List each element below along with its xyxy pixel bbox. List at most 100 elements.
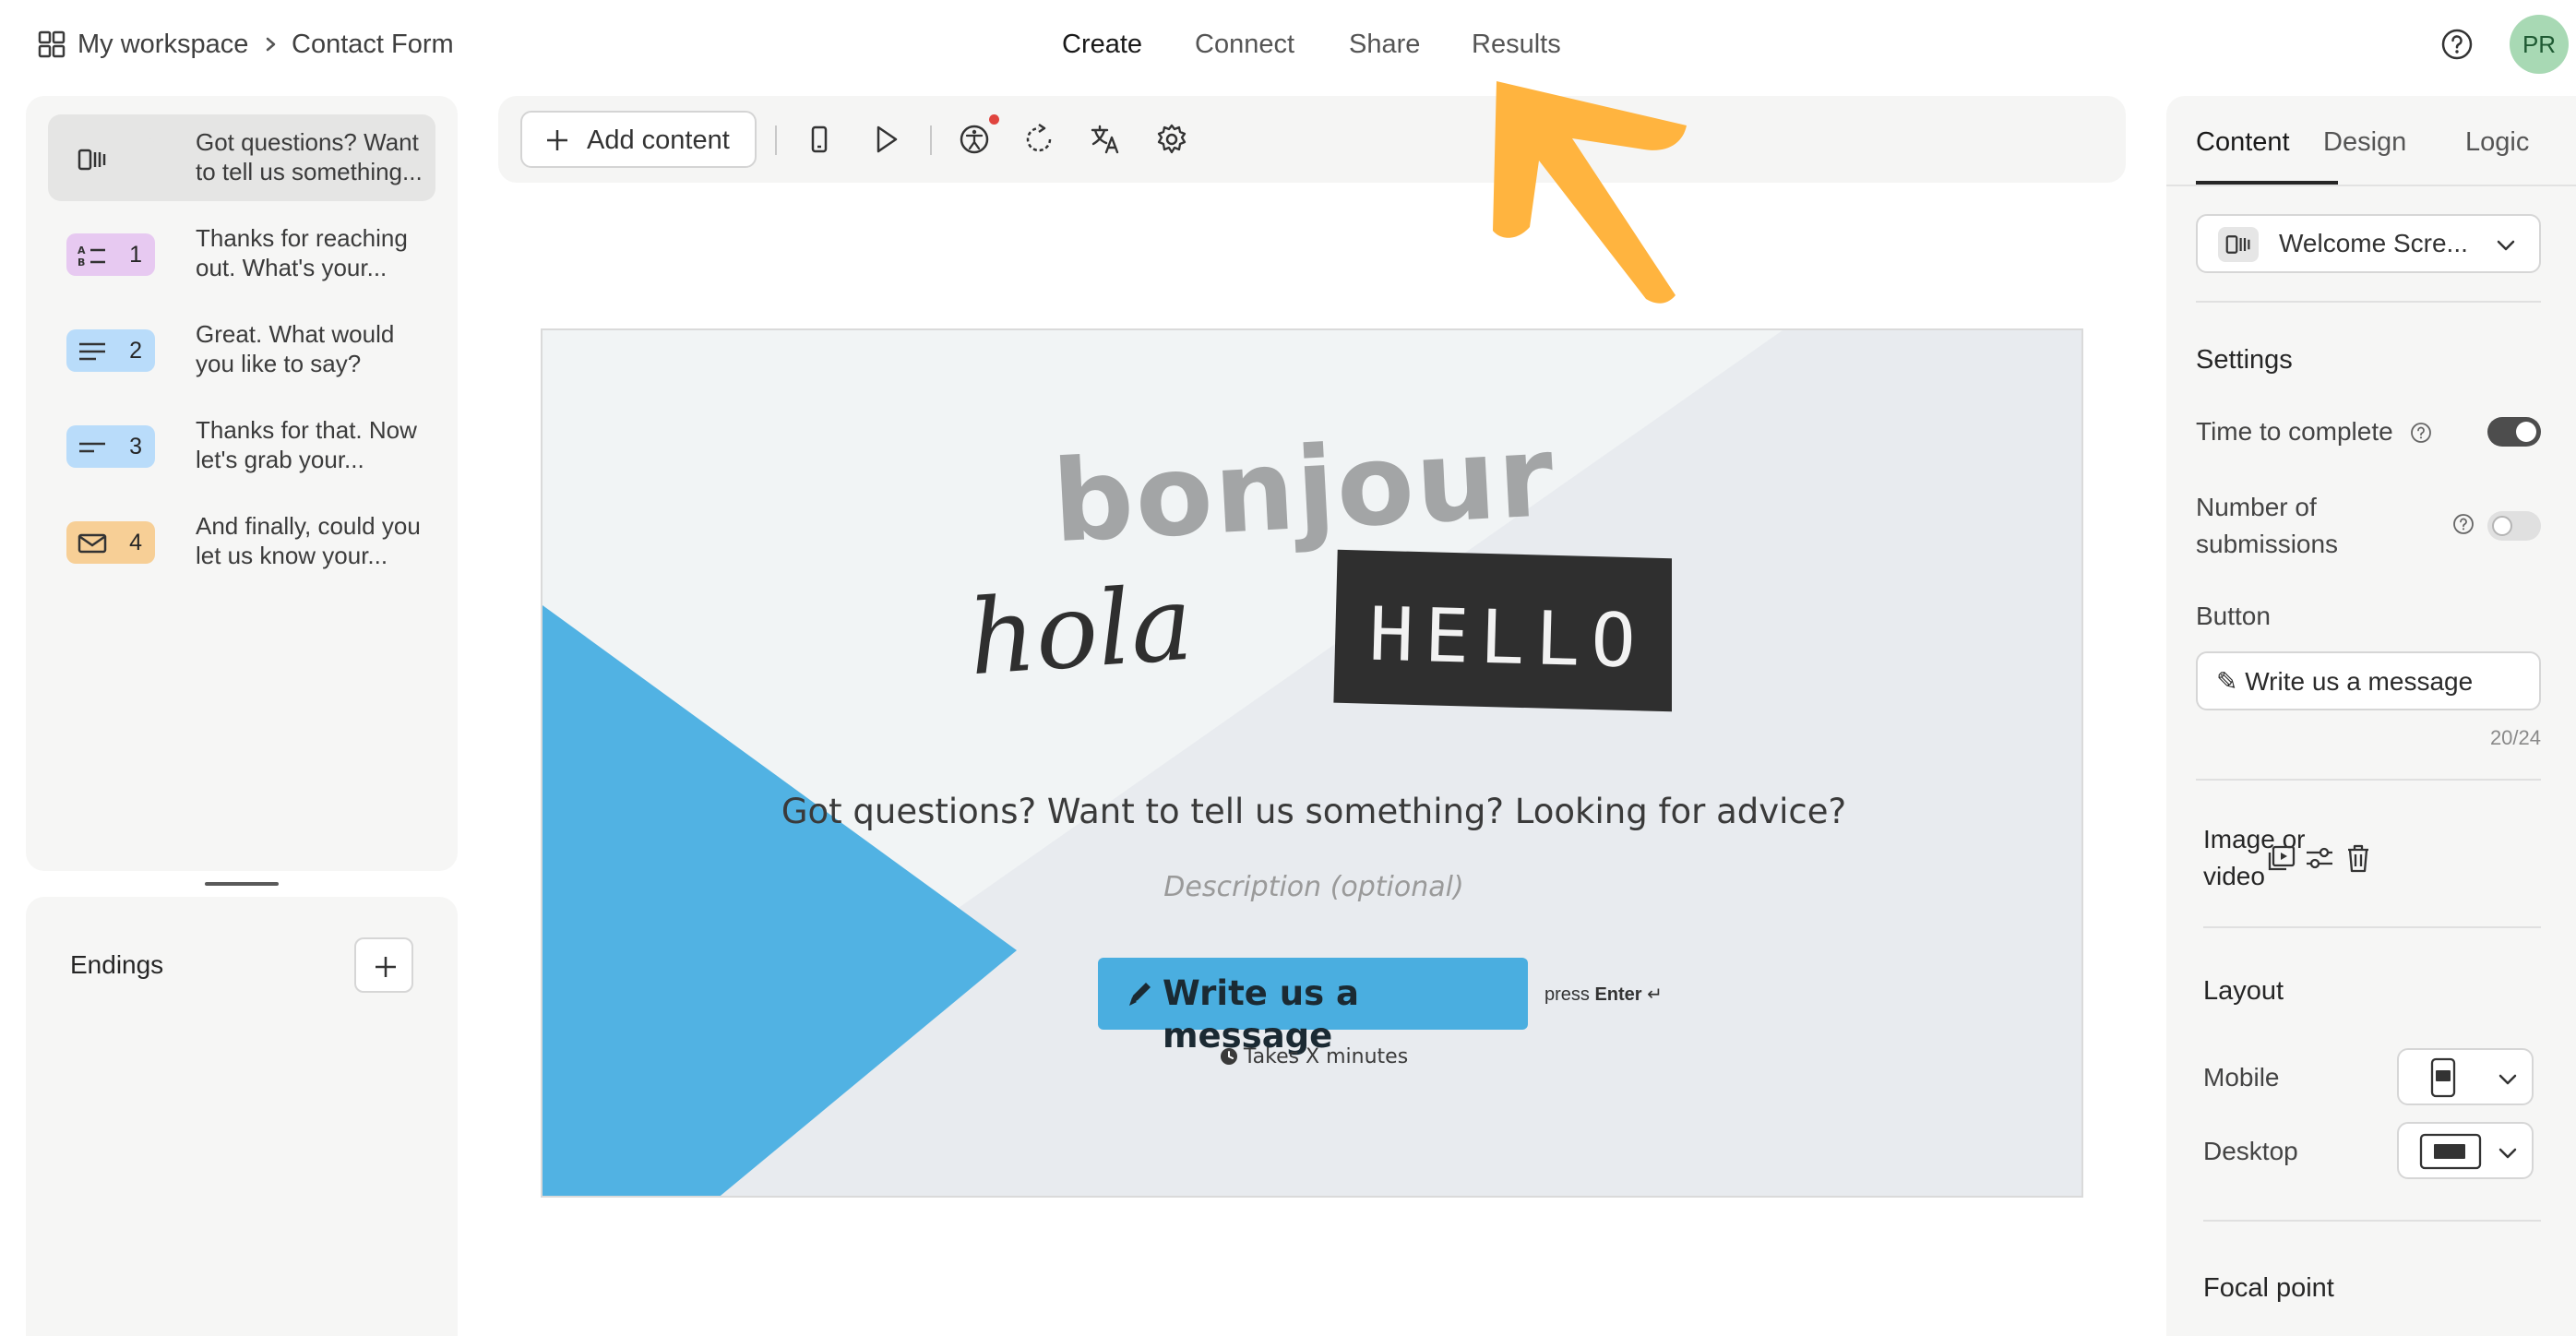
plus-icon — [376, 957, 396, 977]
tab-divider — [2166, 185, 2576, 186]
tab-logic[interactable]: Logic — [2465, 124, 2529, 161]
email-icon — [78, 533, 107, 554]
question-badge: 2 — [66, 329, 155, 372]
block-type-label: Welcome Scre... — [2279, 229, 2468, 257]
desktop-layout-label: Desktop — [2203, 1137, 2298, 1165]
press-enter-hint: press Enter ↵ — [1544, 984, 1663, 1006]
section-divider — [2196, 301, 2541, 303]
top-bar: My workspace Contact Form Create Connect… — [0, 0, 2576, 89]
info-icon[interactable] — [2452, 513, 2475, 535]
question-number: 1 — [129, 242, 142, 268]
mobile-layout-label: Mobile — [2203, 1063, 2280, 1091]
svg-text:B: B — [78, 256, 85, 268]
mobile-preview-icon[interactable] — [801, 121, 838, 158]
block-type-badge — [2218, 227, 2259, 262]
chevron-down-icon — [2497, 240, 2515, 251]
multiple-choice-icon: A B — [78, 245, 105, 268]
time-to-complete-toggle[interactable] — [2487, 417, 2541, 447]
toggle-knob — [2516, 422, 2536, 442]
add-ending-button[interactable] — [354, 937, 413, 993]
submissions-label: Number of submissions — [2196, 493, 2339, 558]
desktop-layout-select[interactable] — [2397, 1122, 2534, 1179]
settings-panel: Content Design Logic Welcome Scre... Set… — [2166, 96, 2576, 1336]
apps-grid-icon[interactable] — [37, 30, 66, 59]
pencil-icon — [1129, 983, 1151, 1006]
welcome-screen-icon — [78, 149, 106, 171]
toggle-knob — [2492, 516, 2512, 536]
tab-connect[interactable]: Connect — [1195, 26, 1294, 63]
translate-icon[interactable] — [1087, 121, 1124, 158]
question-item-1[interactable]: A B 1 Thanks for reaching out. What's yo… — [48, 210, 435, 297]
question-item-3[interactable]: 3 Thanks for that. Now let's grab your..… — [48, 402, 435, 489]
trash-icon[interactable] — [2340, 840, 2377, 877]
question-number: 4 — [129, 530, 142, 555]
button-text-input[interactable] — [2196, 651, 2541, 710]
avatar[interactable]: PR — [2510, 15, 2569, 74]
short-text-icon — [79, 442, 105, 453]
block-type-select[interactable]: Welcome Scre... — [2196, 214, 2541, 273]
question-badge: 3 — [66, 425, 155, 468]
mobile-layout-icon — [2430, 1057, 2456, 1098]
hero-greeting-art: bonjour hola HELLO — [971, 428, 1672, 712]
form-preview-canvas[interactable]: bonjour hola HELLO Got questions? Want t… — [541, 328, 2083, 1198]
info-icon[interactable] — [2410, 422, 2432, 444]
desktop-layout-icon — [2419, 1133, 2482, 1170]
play-preview-icon[interactable] — [867, 121, 904, 158]
toolbar-divider — [775, 125, 777, 155]
tab-create[interactable]: Create — [1062, 26, 1142, 63]
endings-label: Endings — [70, 950, 164, 979]
mobile-layout-select[interactable] — [2397, 1048, 2534, 1105]
media-gallery-icon[interactable] — [2262, 840, 2299, 877]
submissions-toggle[interactable] — [2487, 511, 2541, 541]
gear-icon[interactable] — [1153, 121, 1190, 158]
sliders-icon[interactable] — [2301, 840, 2338, 877]
question-item-4[interactable]: 4 And finally, could you let us know you… — [48, 498, 435, 585]
tab-results[interactable]: Results — [1472, 26, 1561, 63]
question-badge: A B 1 — [66, 233, 155, 276]
panel-resize-handle[interactable] — [205, 882, 279, 886]
chevron-down-icon — [2498, 1074, 2517, 1085]
question-text: And finally, could you let us know your.… — [196, 512, 421, 569]
long-text-icon — [79, 342, 105, 361]
question-number: 2 — [129, 338, 142, 364]
time-to-complete-note: Takes X minutes — [543, 1044, 2081, 1070]
welcome-screen-icon — [2225, 235, 2250, 254]
time-to-complete-label: Time to complete — [2196, 417, 2393, 446]
breadcrumb-workspace[interactable]: My workspace — [78, 26, 248, 63]
question-text: Got questions? Want to tell us something… — [196, 128, 423, 185]
welcome-title[interactable]: Got questions? Want to tell us something… — [543, 792, 2081, 832]
refresh-dotted-icon[interactable] — [1020, 121, 1057, 158]
question-item-welcome[interactable]: Got questions? Want to tell us something… — [48, 114, 435, 201]
write-message-button[interactable]: Write us a message — [1098, 958, 1528, 1056]
hero-word-hello: HELLO — [1368, 591, 1648, 685]
svg-text:A: A — [78, 245, 86, 256]
accessibility-icon[interactable] — [956, 121, 993, 158]
takes-time-text: Takes X minutes — [1243, 1045, 1409, 1068]
annotation-arrow — [1493, 81, 1687, 304]
question-badge — [66, 137, 155, 180]
enter-key-text: Enter — [1594, 984, 1642, 1005]
focal-point-heading: Focal point — [2203, 1273, 2334, 1303]
welcome-description-placeholder[interactable]: Description (optional) — [543, 871, 2081, 904]
help-icon[interactable] — [2440, 28, 2474, 61]
question-number: 3 — [129, 434, 142, 459]
layout-heading: Layout — [2203, 976, 2284, 1006]
tab-share[interactable]: Share — [1349, 26, 1420, 63]
tab-design[interactable]: Design — [2323, 124, 2406, 161]
enter-key-icon: ↵ — [1647, 984, 1663, 1005]
hero-word-hola: hola — [971, 564, 1197, 699]
button-text-heading: Button — [2196, 602, 2271, 630]
section-divider — [2196, 779, 2541, 781]
plus-icon — [547, 130, 567, 150]
tab-content[interactable]: Content — [2196, 124, 2290, 161]
section-divider — [2203, 1220, 2541, 1222]
add-content-button[interactable]: Add content — [520, 111, 757, 168]
breadcrumb-form[interactable]: Contact Form — [292, 26, 454, 63]
question-text: Great. What would you like to say? — [196, 320, 395, 377]
question-text: Thanks for that. Now let's grab your... — [196, 416, 417, 473]
chevron-down-icon — [2498, 1148, 2517, 1159]
question-list-panel: Got questions? Want to tell us something… — [26, 96, 458, 871]
section-divider — [2203, 926, 2541, 928]
question-item-2[interactable]: 2 Great. What would you like to say? — [48, 306, 435, 393]
active-tab-indicator — [2196, 181, 2338, 185]
